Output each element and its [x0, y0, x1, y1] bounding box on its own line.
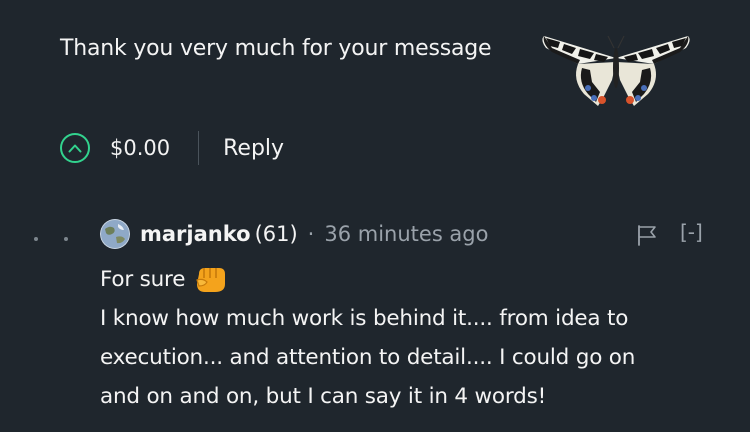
earth-avatar-icon [100, 219, 130, 249]
upvote-button[interactable] [60, 133, 90, 163]
flag-icon[interactable] [636, 224, 658, 246]
comment-author[interactable]: marjanko [140, 222, 251, 246]
comment-line-3: execution... and attention to detail....… [100, 345, 636, 370]
comment-line-1: For sure [100, 266, 186, 292]
fist-bump-emoji-icon [196, 268, 226, 292]
avatar[interactable] [100, 219, 130, 249]
collapse-toggle[interactable]: [-] [680, 220, 703, 244]
comment-header: marjanko (61) · 36 minutes ago [100, 218, 488, 250]
thread-indent-dot [64, 237, 68, 241]
author-reputation: (61) [254, 222, 298, 246]
payout-value[interactable]: $0.00 [110, 136, 170, 160]
parent-message-text: Thank you very much for your message [60, 36, 492, 61]
action-divider [198, 131, 200, 165]
comment-timestamp[interactable]: 36 minutes ago [324, 222, 488, 246]
reply-button[interactable]: Reply [223, 136, 284, 161]
meta-separator: · [307, 222, 315, 246]
thread-indent-dot [34, 237, 38, 241]
comment-line-4: and on and on, but I can say it in 4 wor… [100, 384, 546, 409]
comment-line-2: I know how much work is behind it.... fr… [100, 306, 629, 331]
chevron-up-icon [68, 144, 82, 153]
comment-actions: $0.00 Reply [60, 128, 284, 168]
comment-body-line: For sure [100, 264, 227, 294]
butterfly-image [542, 35, 690, 106]
